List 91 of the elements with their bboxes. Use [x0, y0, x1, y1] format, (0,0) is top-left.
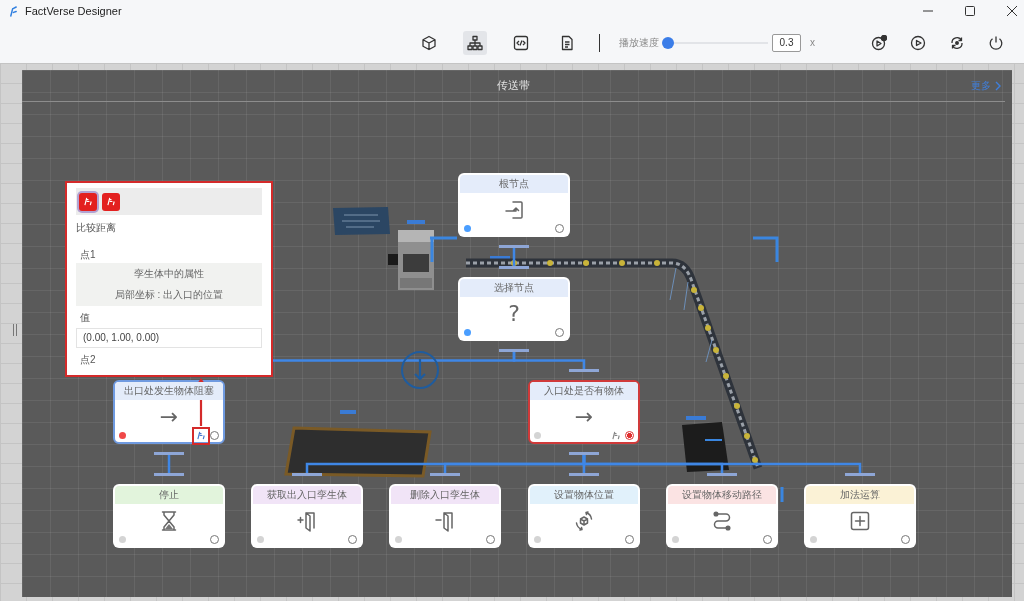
node-title: 加法运算: [806, 486, 914, 504]
condition-icon: [82, 197, 94, 206]
port-handle[interactable]: [569, 473, 599, 476]
node-title: 删除入口孪生体: [391, 486, 499, 504]
cube-icon: [421, 34, 437, 51]
node-title: 入口处是否有物体: [530, 382, 638, 400]
radio-ring-icon[interactable]: [486, 534, 495, 544]
port-handle[interactable]: [569, 369, 599, 372]
node-title: 停止: [115, 486, 223, 504]
connector-line: [428, 236, 459, 264]
tree-node[interactable]: 设置物体位置: [528, 484, 640, 548]
window-title: FactVerse Designer: [25, 5, 122, 17]
tree-node[interactable]: 选择节点 ?: [458, 277, 570, 341]
port-handle[interactable]: [154, 473, 184, 476]
radio-ring-icon[interactable]: [625, 534, 634, 544]
port-handle[interactable]: [499, 266, 529, 269]
close-icon: [1007, 6, 1017, 16]
port-handle[interactable]: [569, 452, 599, 455]
node-symbol: ?: [508, 302, 520, 326]
bracket-line: [780, 487, 784, 502]
plus-square-icon: [848, 509, 872, 533]
port-handle[interactable]: [845, 473, 875, 476]
tree-node[interactable]: 设置物体移动路径: [666, 484, 778, 548]
speed-input[interactable]: 0.3: [772, 33, 801, 52]
power-icon: [988, 34, 1004, 51]
highlight-frame: [192, 427, 210, 445]
tree-node[interactable]: 出口处发生物体阻塞 →: [113, 380, 225, 444]
view-button[interactable]: [463, 30, 487, 55]
tree-node[interactable]: 删除入口孪生体: [389, 484, 501, 548]
chevron-icon: [995, 80, 1001, 91]
field-label: 点2: [79, 353, 97, 366]
port-handle[interactable]: [707, 473, 737, 476]
resize-handle[interactable]: [13, 324, 17, 336]
enter-icon: [502, 198, 526, 222]
tree-node[interactable]: 根节点: [458, 173, 570, 237]
info-text: 孪生体中的属性: [134, 267, 204, 281]
slider-thumb[interactable]: [662, 36, 675, 49]
condition-tab[interactable]: [102, 192, 120, 211]
app-logo-icon: [9, 5, 18, 17]
restart-icon: [949, 34, 965, 51]
node-title: 根节点: [460, 175, 568, 193]
panel-title: 比较距离: [76, 221, 117, 235]
radio-ring-icon[interactable]: [625, 430, 634, 440]
radio-ring-icon[interactable]: [555, 327, 564, 337]
condition-icon[interactable]: [196, 430, 207, 440]
document-icon: [559, 34, 575, 51]
corner-bracket: [753, 236, 779, 262]
node-symbol: →: [159, 405, 179, 429]
condition-tab[interactable]: [79, 192, 97, 211]
port-handle[interactable]: [292, 473, 322, 476]
bin-drawing: [682, 416, 729, 472]
tree-node[interactable]: 获取出入口孪生体: [251, 484, 363, 548]
field-label: 点1: [79, 248, 97, 261]
machine-drawing: [388, 220, 434, 290]
radio-ring-icon[interactable]: [763, 534, 772, 544]
node-title: 设置物体位置: [530, 486, 638, 504]
unit-label: x: [810, 37, 815, 48]
play-icon: [910, 34, 926, 51]
node-symbol: →: [574, 405, 594, 429]
info-text: 局部坐标 : 出入口的位置: [114, 288, 224, 302]
arrow-circle-icon: [401, 351, 439, 389]
connector-line: [167, 453, 171, 475]
sign-board-drawing: [333, 207, 390, 235]
field-label: 值: [79, 311, 91, 324]
node-title: 选择节点: [460, 279, 568, 297]
speed-slider[interactable]: [663, 36, 768, 49]
hierarchy-icon: [467, 34, 483, 51]
port-handle[interactable]: [154, 452, 184, 455]
play-badge-icon: [871, 34, 887, 51]
port-handle[interactable]: [499, 349, 529, 352]
connector-line: [512, 246, 516, 268]
radio-ring-icon[interactable]: [210, 430, 219, 440]
tree-node[interactable]: 加法运算: [804, 484, 916, 548]
value-field[interactable]: (0.00, 1.00, 0.00): [76, 328, 262, 348]
node-title: 获取出入口孪生体: [253, 486, 361, 504]
tree-node[interactable]: 停止: [113, 484, 225, 548]
condition-icon[interactable]: [611, 430, 622, 440]
tree-node[interactable]: 入口处是否有物体 →: [528, 380, 640, 444]
maximize-icon: [965, 6, 975, 16]
condition-icon: [105, 197, 117, 206]
radio-ring-icon[interactable]: [210, 534, 219, 544]
port-handle[interactable]: [499, 245, 529, 248]
radio-ring-icon[interactable]: [348, 534, 357, 544]
scene-title: 传送带: [497, 78, 530, 93]
node-title: 设置物体移动路径: [668, 486, 776, 504]
node-title: 出口处发生物体阻塞: [115, 382, 223, 400]
radio-ring-icon[interactable]: [555, 223, 564, 233]
code-icon: [513, 34, 529, 51]
port-handle[interactable]: [430, 473, 460, 476]
speed-label: 播放速度: [619, 35, 659, 50]
radio-ring-icon[interactable]: [901, 534, 910, 544]
